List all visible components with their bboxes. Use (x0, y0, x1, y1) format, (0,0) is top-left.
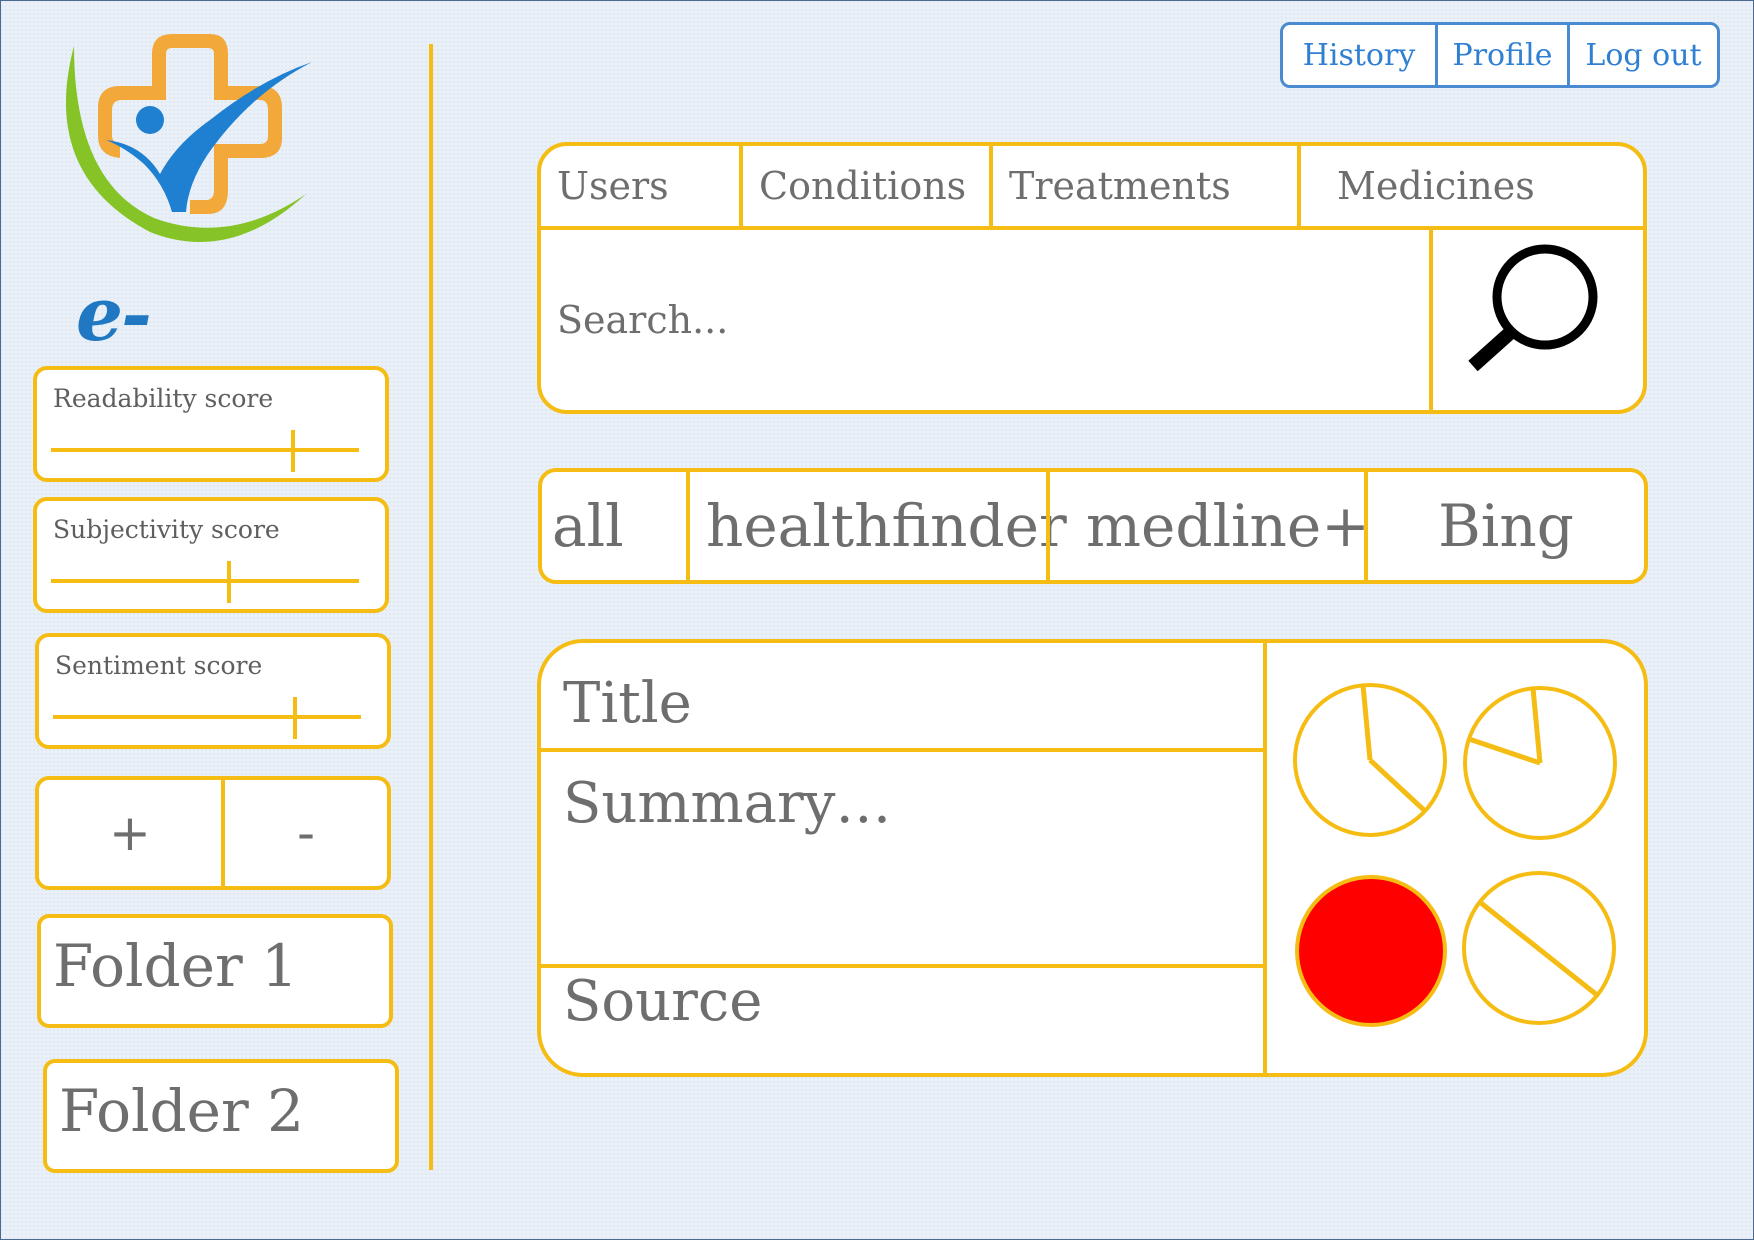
slider-thumb[interactable] (227, 561, 231, 603)
source-all[interactable]: all (542, 472, 686, 580)
result-divider (541, 964, 1263, 968)
search-category-tabs: Users Conditions Treatments Medicines (541, 146, 1643, 230)
subjectivity-score-slider[interactable]: Subjectivity score (33, 497, 389, 613)
search-panel: Users Conditions Treatments Medicines (537, 142, 1647, 414)
result-source[interactable]: Source (563, 969, 762, 1034)
readability-score-slider[interactable]: Readability score (33, 366, 389, 482)
tab-medicines[interactable]: Medicines (1297, 146, 1643, 226)
slider-track[interactable] (51, 579, 359, 583)
subjectivity-dial-icon (1463, 686, 1617, 840)
result-score-icons (1263, 643, 1644, 1073)
tab-treatments[interactable]: Treatments (989, 146, 1297, 226)
plus-button[interactable]: + (39, 780, 221, 886)
slider-track[interactable] (53, 715, 361, 719)
slider-thumb[interactable] (291, 430, 295, 472)
slider-label: Sentiment score (55, 651, 263, 680)
search-input[interactable] (541, 230, 1429, 410)
profile-link[interactable]: Profile (1435, 25, 1567, 85)
source-healthfinder[interactable]: healthfinder (686, 472, 1067, 580)
logout-link[interactable]: Log out (1567, 25, 1717, 85)
folder-2-button[interactable]: Folder 2 (43, 1059, 399, 1173)
source-filter-bar: all healthfinder medline+ Bing (538, 468, 1648, 584)
search-button[interactable] (1429, 230, 1643, 410)
logo-icon (65, 34, 312, 243)
sentiment-score-slider[interactable]: Sentiment score (35, 633, 391, 749)
ehealth-logo[interactable]: e-health (60, 24, 360, 444)
result-card[interactable]: Title Summary… Source (537, 639, 1648, 1077)
source-bing[interactable]: Bing (1364, 472, 1644, 580)
folder-label: Folder 2 (59, 1077, 305, 1145)
result-divider (541, 748, 1263, 752)
slashed-circle-icon (1462, 871, 1616, 1025)
folder-label: Folder 1 (53, 932, 299, 1000)
sidebar-divider (429, 44, 433, 1170)
result-text-area: Title Summary… Source (541, 643, 1267, 1073)
slider-thumb[interactable] (293, 697, 297, 739)
slider-track[interactable] (51, 448, 359, 452)
source-medline[interactable]: medline+ (1046, 472, 1370, 580)
result-title[interactable]: Title (563, 671, 692, 736)
search-icon (1468, 244, 1598, 372)
tab-users[interactable]: Users (541, 146, 739, 226)
minus-button[interactable]: - (225, 780, 387, 886)
history-link[interactable]: History (1283, 25, 1435, 85)
sentiment-indicator-icon (1295, 875, 1447, 1027)
folder-1-button[interactable]: Folder 1 (37, 914, 393, 1028)
slider-label: Subjectivity score (53, 515, 280, 544)
zoom-stepper: + - (35, 776, 391, 890)
tab-conditions[interactable]: Conditions (739, 146, 989, 226)
readability-dial-icon (1293, 683, 1447, 837)
slider-label: Readability score (53, 384, 274, 413)
top-nav: History Profile Log out (1280, 22, 1720, 88)
result-summary: Summary… (563, 771, 892, 836)
